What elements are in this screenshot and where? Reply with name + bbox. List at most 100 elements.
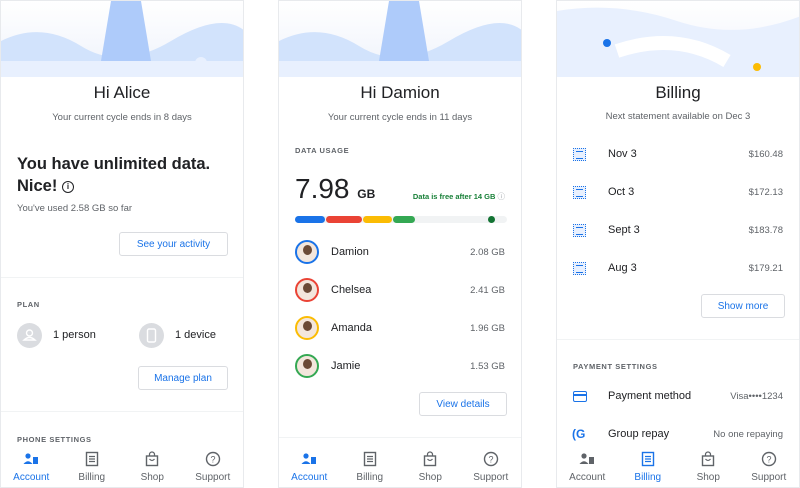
statement-icon xyxy=(573,262,586,275)
usage-total: 7.98 GB xyxy=(295,173,376,204)
nav-label: Account xyxy=(569,472,606,483)
manage-plan-button[interactable]: Manage plan xyxy=(138,366,228,390)
statement-amount: $179.21 xyxy=(748,263,783,274)
billing-screen: Billing Next statement available on Dec … xyxy=(556,0,800,488)
nav-label: Shop xyxy=(696,472,720,483)
next-statement-text: Next statement available on Dec 3 xyxy=(605,111,751,122)
see-activity-button[interactable]: See your activity xyxy=(119,232,228,256)
divider xyxy=(1,277,243,278)
statement-amount: $160.48 xyxy=(748,149,783,160)
divider xyxy=(279,437,521,438)
statement-date: Oct 3 xyxy=(608,186,635,198)
account-icon xyxy=(23,451,39,472)
nav-account[interactable]: Account xyxy=(557,447,618,487)
data-usage-label: DATA USAGE xyxy=(295,146,350,155)
bottom-nav: Account Billing Shop? Support xyxy=(279,447,521,487)
nav-support[interactable]: ? Support xyxy=(739,447,800,487)
info-icon[interactable]: ⓘ xyxy=(498,192,506,201)
greeting-title: Hi Alice xyxy=(93,83,151,102)
member-usage: 1.53 GB xyxy=(470,361,505,372)
cycle-subtitle: Your current cycle ends in 8 days xyxy=(52,112,192,123)
limit-marker xyxy=(488,216,495,223)
nav-label: Billing xyxy=(634,472,662,483)
header-illustration xyxy=(1,1,243,77)
member-name: Chelsea xyxy=(331,284,372,296)
statement-date: Nov 3 xyxy=(608,148,637,160)
avatar xyxy=(295,354,319,378)
payment-method-value: Visa••••1234 xyxy=(730,391,783,402)
nav-billing[interactable]: Billing xyxy=(340,447,401,487)
nav-shop[interactable]: Shop xyxy=(122,447,183,487)
bottom-nav: Account Billing Shop? Support xyxy=(1,447,243,487)
nav-account[interactable]: Account xyxy=(1,447,62,487)
statement-amount: $172.13 xyxy=(748,187,783,198)
nav-label: Billing xyxy=(356,472,384,483)
member-name: Amanda xyxy=(331,322,372,334)
cycle-subtitle: Your current cycle ends in 11 days xyxy=(327,112,473,123)
header-illustration xyxy=(557,1,799,77)
statement-amount: $183.78 xyxy=(748,225,783,236)
nav-billing[interactable]: Billing xyxy=(62,447,123,487)
device-count: 1 device xyxy=(175,329,216,341)
group-repay-icon: (G xyxy=(572,427,586,441)
device-icon xyxy=(139,323,164,348)
usage-segment-damion xyxy=(295,216,326,223)
nav-label: Support xyxy=(195,472,231,483)
nav-label: Billing xyxy=(78,472,106,483)
nav-label: Account xyxy=(13,472,50,483)
account-icon xyxy=(579,451,595,472)
nav-label: Account xyxy=(291,472,328,483)
group-repay-value: No one repaying xyxy=(713,429,783,440)
divider xyxy=(1,411,243,412)
avatar xyxy=(295,278,319,302)
member-name: Damion xyxy=(331,246,369,258)
nav-label: Support xyxy=(751,472,787,483)
person-count: 1 person xyxy=(53,329,96,341)
divider xyxy=(557,339,799,340)
svg-text:?: ? xyxy=(488,455,493,465)
nav-support[interactable]: ? Support xyxy=(183,447,244,487)
phone-settings-label: PHONE SETTINGS xyxy=(17,435,92,444)
member-name: Jamie xyxy=(331,360,361,372)
nav-billing[interactable]: Billing xyxy=(618,447,679,487)
statement-icon xyxy=(573,148,586,161)
nav-support[interactable]: ? Support xyxy=(461,447,522,487)
member-usage: 2.41 GB xyxy=(470,285,505,296)
nav-shop[interactable]: Shop xyxy=(678,447,739,487)
header-illustration xyxy=(279,1,521,77)
nav-account[interactable]: Account xyxy=(279,447,340,487)
usage-segment-jamie xyxy=(392,216,415,223)
nav-label: Shop xyxy=(140,472,164,483)
shop-icon xyxy=(700,451,716,472)
info-icon[interactable]: i xyxy=(61,180,74,193)
data-used-text: You've used 2.58 GB so far xyxy=(17,203,133,214)
help-icon: ? xyxy=(761,451,777,472)
nav-label: Support xyxy=(473,472,509,483)
avatar xyxy=(295,316,319,340)
nav-shop[interactable]: Shop xyxy=(400,447,461,487)
usage-bar xyxy=(295,216,507,223)
member-usage: 2.08 GB xyxy=(470,247,505,258)
usage-segment-amanda xyxy=(362,216,392,223)
view-details-button[interactable]: View details xyxy=(419,392,507,416)
account-icon xyxy=(301,451,317,472)
free-data-note: Data is free after 14 GB ⓘ xyxy=(412,192,506,201)
usage-segment-chelsea xyxy=(326,216,362,223)
member-usage: 1.96 GB xyxy=(470,323,505,334)
plan-label: PLAN xyxy=(17,300,40,309)
payment-method-row[interactable]: Payment method xyxy=(608,390,691,402)
show-more-button[interactable]: Show more xyxy=(701,294,785,318)
nav-label: Shop xyxy=(418,472,442,483)
shop-icon xyxy=(422,451,438,472)
group-repay-row[interactable]: Group repay xyxy=(608,428,669,440)
billing-icon xyxy=(84,451,100,472)
shop-icon xyxy=(144,451,160,472)
billing-icon xyxy=(640,451,656,472)
bottom-nav: Account Billing Shop? Support xyxy=(557,447,799,487)
statement-date: Sept 3 xyxy=(608,224,640,236)
statement-icon xyxy=(573,186,586,199)
account-screen-alice: Hi Alice Your current cycle ends in 8 da… xyxy=(0,0,244,488)
svg-text:?: ? xyxy=(210,455,215,465)
billing-icon xyxy=(362,451,378,472)
person-icon xyxy=(17,323,42,348)
